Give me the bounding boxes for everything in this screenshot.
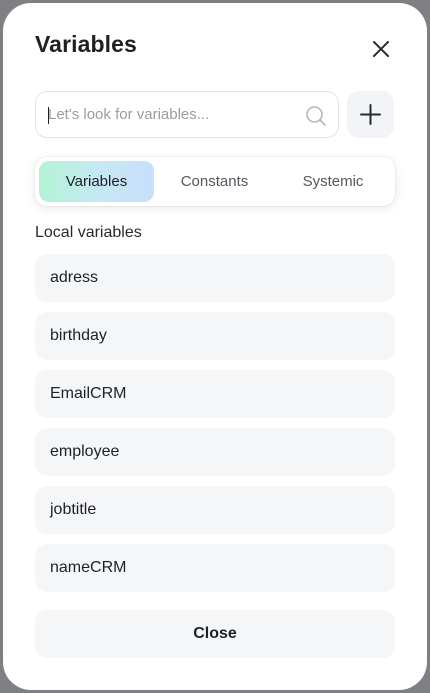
variable-item[interactable]: employee	[35, 428, 395, 476]
add-variable-button[interactable]	[347, 91, 394, 138]
text-caret	[48, 107, 49, 124]
variable-type-tabs: Variables Constants Systemic	[35, 157, 395, 206]
variable-item[interactable]: jobtitle	[35, 486, 395, 534]
variable-item[interactable]: EmailCRM	[35, 370, 395, 418]
search-icon[interactable]	[304, 104, 328, 128]
tab-systemic[interactable]: Systemic	[275, 161, 391, 202]
dialog-title: Variables	[35, 31, 137, 57]
tab-constants[interactable]: Constants	[157, 161, 272, 202]
variable-item[interactable]: adress	[35, 254, 395, 302]
tab-variables[interactable]: Variables	[39, 161, 154, 202]
section-label: Local variables	[35, 224, 142, 241]
close-icon[interactable]	[369, 37, 393, 61]
search-field[interactable]	[35, 91, 339, 138]
search-input[interactable]	[48, 92, 298, 137]
variable-item[interactable]: birthday	[35, 312, 395, 360]
variables-dialog: Variables Variables Constants Systemic L…	[3, 3, 427, 690]
plus-icon	[360, 104, 381, 125]
variable-item[interactable]: nameCRM	[35, 544, 395, 592]
close-button[interactable]: Close	[35, 610, 395, 658]
